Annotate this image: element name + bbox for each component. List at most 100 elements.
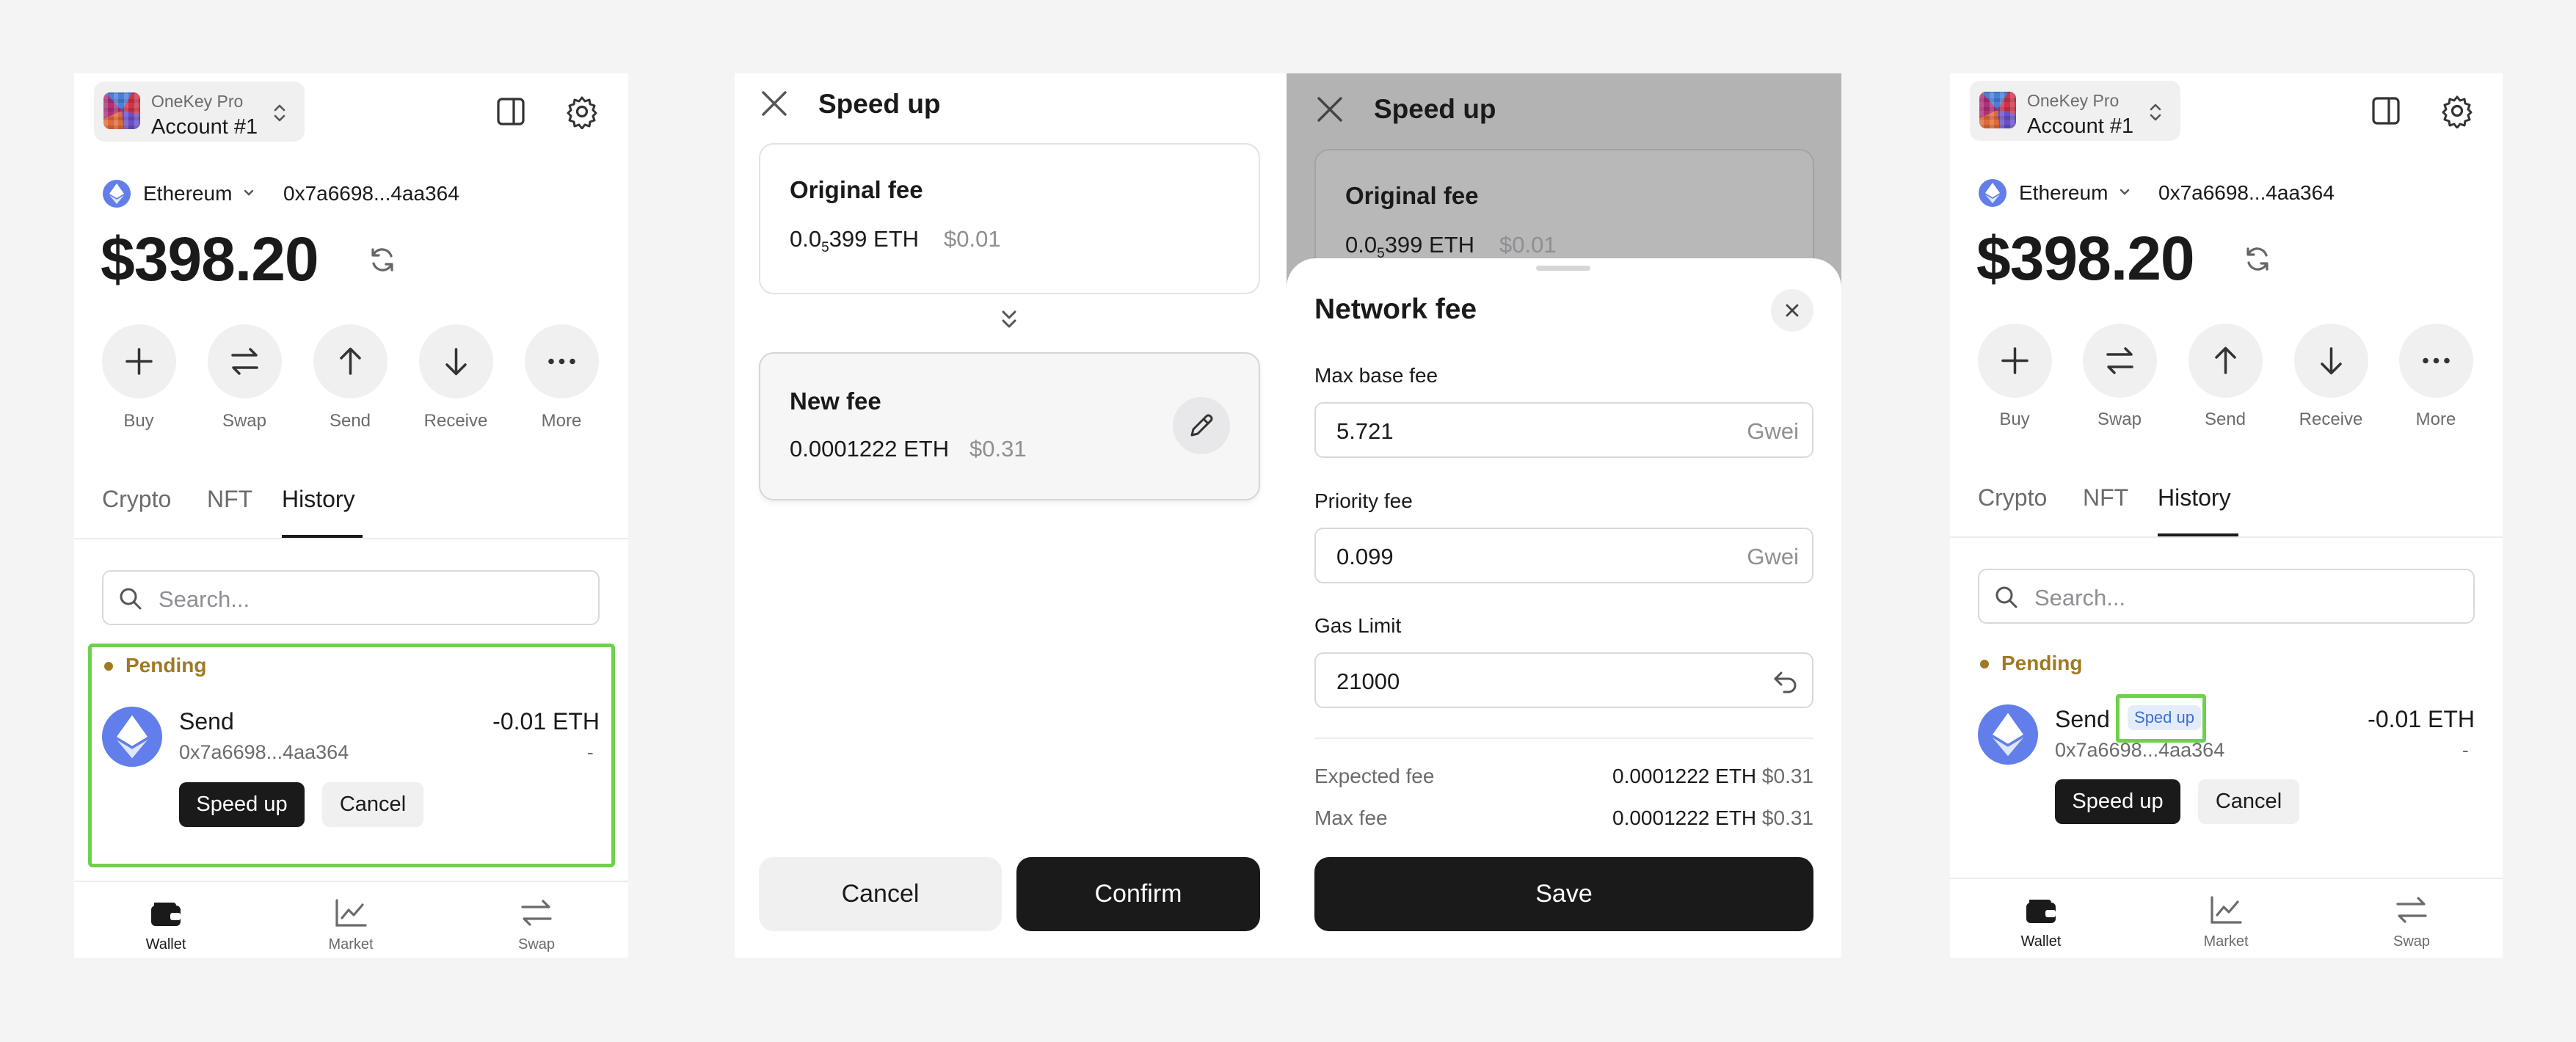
- nav-swap[interactable]: Swap: [485, 897, 588, 953]
- tab-history[interactable]: History: [2158, 484, 2231, 511]
- balance: $398.20: [101, 225, 319, 294]
- cancel-button[interactable]: Cancel: [759, 857, 1002, 931]
- search-placeholder: Search...: [2034, 585, 2126, 611]
- tab-nft[interactable]: NFT: [207, 486, 252, 513]
- more-button[interactable]: [525, 324, 599, 398]
- network-selector[interactable]: Ethereum: [143, 182, 232, 205]
- nav-market[interactable]: Market: [2175, 894, 2277, 950]
- nav-wallet[interactable]: Wallet: [1990, 894, 2092, 950]
- tab-crypto[interactable]: Crypto: [1978, 484, 2047, 511]
- tab-history[interactable]: History: [282, 486, 355, 513]
- refresh-icon[interactable]: [2241, 243, 2274, 275]
- new-fee-card[interactable]: New fee 0.0001222 ETH $0.31: [759, 352, 1260, 500]
- more-label: More: [2415, 409, 2456, 429]
- confirm-button[interactable]: Confirm: [1016, 857, 1260, 931]
- nav-swap-label: Swap: [2393, 933, 2431, 950]
- close-icon[interactable]: [759, 88, 790, 119]
- save-button[interactable]: Save: [1314, 857, 1813, 931]
- modal-backdrop: Speed up Original fee 0.05399 ETH $0.01 …: [1287, 73, 1841, 958]
- tab-nft[interactable]: NFT: [2083, 484, 2128, 511]
- sped-up-highlight: [2116, 694, 2206, 743]
- more-button[interactable]: [2399, 324, 2473, 398]
- tx-title: Send: [179, 708, 234, 735]
- ethereum-icon: [1979, 179, 2006, 207]
- pencil-icon: [1190, 414, 1213, 437]
- wallet-icon: [2026, 900, 2056, 923]
- ethereum-icon: [1978, 704, 2038, 765]
- search-input[interactable]: Search...: [1978, 569, 2475, 624]
- receive-button[interactable]: [419, 324, 493, 398]
- nav-wallet[interactable]: Wallet: [114, 897, 217, 953]
- tx-amount: -0.01 ETH: [2368, 706, 2475, 732]
- bottom-nav-divider: [1950, 878, 2503, 879]
- tab-crypto[interactable]: Crypto: [102, 486, 171, 513]
- ethereum-icon: [103, 180, 131, 208]
- nav-market-label: Market: [328, 936, 374, 952]
- cancel-button[interactable]: Cancel: [322, 782, 423, 827]
- nav-swap-label: Swap: [517, 936, 556, 952]
- search-input[interactable]: Search...: [102, 570, 600, 625]
- network-selector[interactable]: Ethereum: [2019, 181, 2108, 205]
- priority-fee-input[interactable]: 0.099 Gwei: [1314, 528, 1813, 583]
- divider: [74, 538, 628, 539]
- chevron-down-icon: [2120, 189, 2130, 195]
- reset-icon[interactable]: [1771, 667, 1800, 696]
- wallet-address[interactable]: 0x7a6698...4aa364: [2158, 181, 2335, 205]
- cancel-button[interactable]: Cancel: [2198, 779, 2299, 824]
- gear-icon[interactable]: [2439, 93, 2475, 128]
- swap-button[interactable]: [208, 324, 282, 398]
- edit-fee-button[interactable]: [1173, 397, 1230, 454]
- max-base-fee-value: 5.721: [1336, 418, 1394, 444]
- account-name: Account #1: [2027, 114, 2134, 138]
- send-button[interactable]: [313, 324, 388, 398]
- sidebar-toggle-icon[interactable]: [493, 94, 528, 129]
- speed-up-button[interactable]: Speed up: [179, 782, 305, 827]
- nav-wallet-label: Wallet: [2020, 933, 2062, 950]
- receive-label: Receive: [423, 411, 488, 431]
- bottom-nav-divider: [74, 881, 628, 882]
- max-base-fee-label: Max base fee: [1314, 364, 1438, 387]
- wallet-panel-pending: OneKey Pro Account #1 Ethereum 0x7a6698.…: [74, 73, 628, 958]
- chevrons-down-icon: [1002, 310, 1016, 328]
- gas-limit-value: 21000: [1336, 668, 1400, 694]
- gas-limit-input[interactable]: 21000: [1314, 652, 1813, 708]
- network-fee-title: Network fee: [1314, 294, 1477, 325]
- original-fee-label: Original fee: [790, 176, 923, 203]
- receive-button[interactable]: [2294, 324, 2368, 398]
- speed-up-title: Speed up: [1374, 94, 1496, 124]
- buy-label: Buy: [1999, 409, 2030, 429]
- refresh-icon[interactable]: [366, 244, 399, 276]
- max-fee-label: Max fee: [1314, 806, 1388, 829]
- original-fee-value: 0.05399 ETH: [1345, 232, 1475, 262]
- gear-icon[interactable]: [564, 94, 600, 129]
- max-base-fee-input[interactable]: 5.721 Gwei: [1314, 402, 1813, 458]
- nav-market[interactable]: Market: [299, 897, 402, 953]
- priority-fee-unit: Gwei: [1747, 544, 1799, 569]
- speed-up-button[interactable]: Speed up: [2055, 779, 2180, 824]
- chevron-up-down-icon: [2150, 103, 2161, 121]
- nav-market-label: Market: [2203, 933, 2249, 950]
- swap-icon: [521, 900, 552, 926]
- swap-button[interactable]: [2083, 324, 2157, 398]
- expected-fee-value: 0.0001222 ETH $0.31: [1612, 765, 1813, 787]
- wallet-icon: [151, 903, 181, 926]
- tx-address: 0x7a6698...4aa364: [179, 741, 349, 763]
- sheet-handle[interactable]: [1536, 266, 1590, 271]
- sheet-close-button[interactable]: [1771, 289, 1813, 332]
- sidebar-toggle-icon[interactable]: [2368, 93, 2404, 128]
- account-selector[interactable]: OneKey Pro Account #1: [94, 81, 305, 142]
- send-button[interactable]: [2188, 324, 2263, 398]
- chart-icon: [2211, 896, 2242, 924]
- chart-icon: [335, 899, 367, 927]
- nav-swap[interactable]: Swap: [2360, 894, 2463, 950]
- original-fee-value: 0.05399 ETH: [790, 226, 920, 256]
- new-fee-label: New fee: [790, 387, 881, 415]
- buy-button[interactable]: [1978, 324, 2052, 398]
- priority-fee-value: 0.099: [1336, 544, 1394, 569]
- more-label: More: [541, 411, 582, 431]
- max-base-fee-unit: Gwei: [1747, 418, 1799, 444]
- account-selector[interactable]: OneKey Pro Account #1: [1970, 81, 2180, 141]
- wallet-address[interactable]: 0x7a6698...4aa364: [283, 182, 459, 205]
- buy-button[interactable]: [102, 324, 176, 398]
- device-name: OneKey Pro: [2027, 91, 2120, 110]
